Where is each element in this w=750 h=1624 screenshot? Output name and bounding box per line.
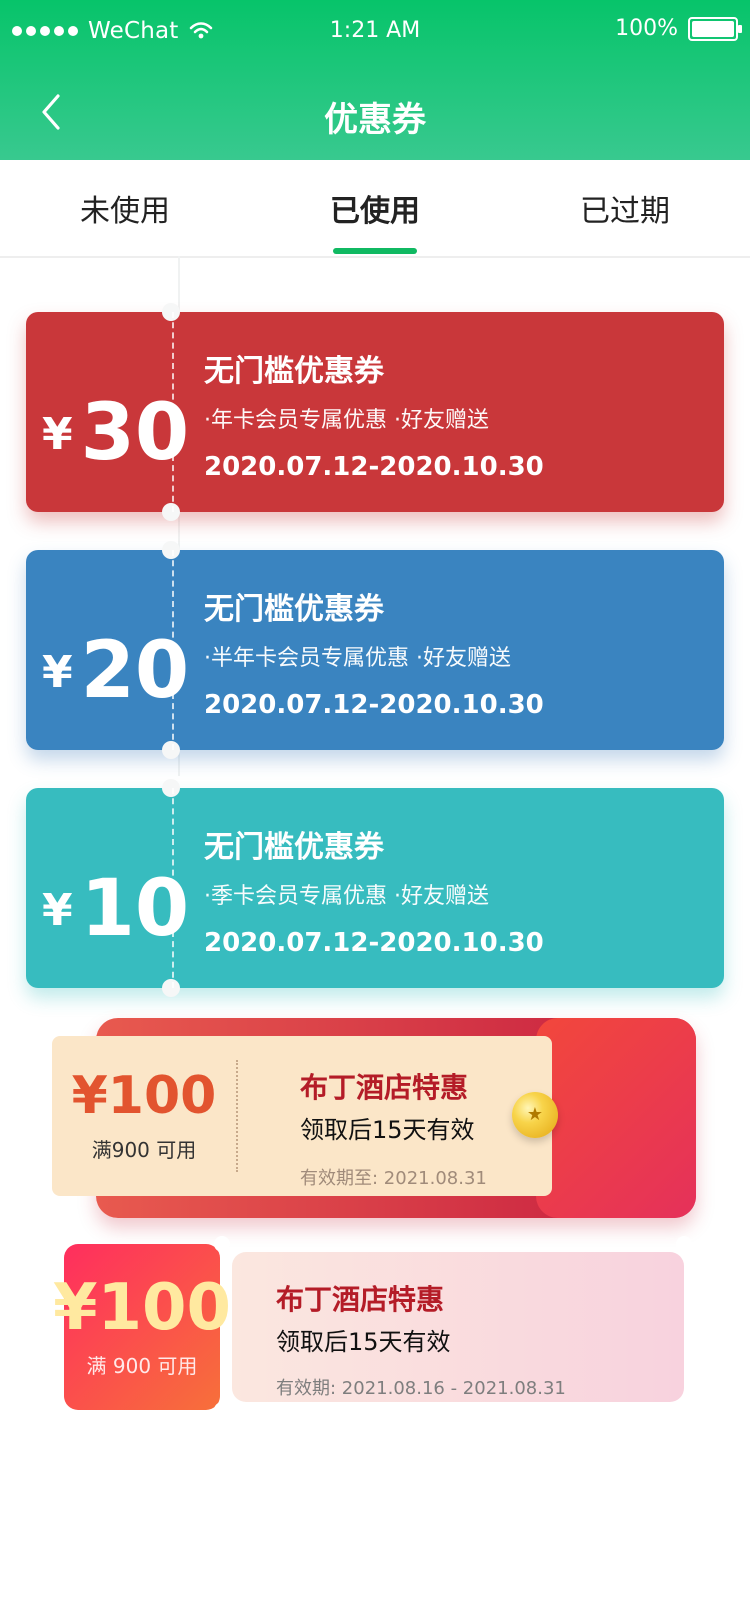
coupon-date-range: 2020.07.12-2020.10.30 <box>204 452 544 482</box>
tab-expired[interactable]: 已过期 <box>500 160 750 256</box>
coupon-notch <box>162 503 180 521</box>
currency-symbol: ¥ <box>42 409 73 460</box>
hotel-coupon-condition: 满900 可用 <box>91 1137 197 1162</box>
coupon-description: ·季卡会员专属优惠 ·好友赠送 <box>204 884 489 909</box>
coupon-amount: ¥ 20 <box>42 590 202 710</box>
tab-unused[interactable]: 未使用 <box>0 160 250 256</box>
hotel-coupon-ticket[interactable]: ¥100 满 900 可用 布丁酒店特惠 领取后15天有效 有效期: 2021.… <box>53 1236 692 1418</box>
coupon-value: 30 <box>80 388 190 478</box>
hotel-coupon-expiry: 有效期至: 2021.08.31 <box>300 1168 487 1189</box>
hotel-coupon-red-panel <box>536 1018 696 1218</box>
status-right: 100% <box>615 16 742 41</box>
hotel-coupon-amount-area: ¥100 满900 可用 <box>52 1036 236 1196</box>
coupon-date-range: 2020.07.12-2020.10.30 <box>204 928 544 958</box>
coupon-card[interactable]: ¥ 10 无门槛优惠券 ·季卡会员专属优惠 ·好友赠送 2020.07.12-2… <box>26 779 724 997</box>
ticket-hole <box>676 1402 692 1418</box>
ticket-hole <box>214 1402 230 1418</box>
coupon-value: 10 <box>80 864 190 954</box>
coupon-notch <box>162 303 180 321</box>
battery-percent: 100% <box>615 16 678 41</box>
star-icon: ★ <box>526 1103 544 1125</box>
ticket-hole <box>676 1236 692 1252</box>
coupon-title: 无门槛优惠券 <box>204 592 384 627</box>
tab-label: 未使用 <box>80 194 170 229</box>
status-bar: WeChat 1:21 AM 100% <box>0 0 750 66</box>
coupon-title: 无门槛优惠券 <box>204 354 384 389</box>
battery-cap <box>738 24 742 33</box>
coupon-amount: ¥ 30 <box>42 352 202 472</box>
coupon-date-range: 2020.07.12-2020.10.30 <box>204 690 544 720</box>
coupon-notch <box>162 779 180 797</box>
coupon-notch <box>162 541 180 559</box>
coupon-value: 20 <box>80 626 190 716</box>
tab-bar: 未使用 已使用 已过期 <box>0 160 750 256</box>
hotel-ticket-validity: 有效期: 2021.08.16 - 2021.08.31 <box>276 1378 566 1399</box>
battery-fill <box>692 20 734 37</box>
hotel-coupon-subtitle: 领取后15天有效 <box>300 1116 475 1144</box>
coupon-notch <box>162 979 180 997</box>
hotel-ticket-title: 布丁酒店特惠 <box>276 1283 445 1316</box>
header: WeChat 1:21 AM 100% 优惠券 <box>0 0 750 160</box>
tab-label: 已过期 <box>580 194 670 229</box>
currency-symbol: ¥ <box>42 885 73 936</box>
hotel-ticket-amount-area: ¥100 满 900 可用 <box>53 1244 231 1410</box>
hotel-ticket-condition: 满 900 可用 <box>86 1353 198 1378</box>
hotel-coupon-title: 布丁酒店特惠 <box>300 1071 469 1104</box>
hotel-coupon-paper[interactable]: ¥100 满900 可用 布丁酒店特惠 领取后15天有效 有效期至: 2021.… <box>52 1036 552 1196</box>
page-title: 优惠券 <box>324 100 426 140</box>
nav-bar: 优惠券 <box>0 66 750 160</box>
hotel-coupon-divider <box>236 1060 238 1172</box>
hotel-coupon-amount: ¥100 <box>71 1065 217 1126</box>
coupon-notch <box>162 741 180 759</box>
hotel-ticket-info-area: 布丁酒店特惠 领取后15天有效 有效期: 2021.08.16 - 2021.0… <box>232 1252 684 1402</box>
tab-used[interactable]: 已使用 <box>250 160 500 256</box>
coupon-description: ·年卡会员专属优惠 ·好友赠送 <box>204 408 489 433</box>
coupon-screen: WeChat 1:21 AM 100% 优惠券 未使用 已使用 已过期 ¥ 30… <box>0 0 750 1624</box>
hotel-ticket-subtitle: 领取后15天有效 <box>276 1328 451 1356</box>
tab-label: 已使用 <box>330 194 420 229</box>
coupon-card[interactable]: ¥ 30 无门槛优惠券 ·年卡会员专属优惠 ·好友赠送 2020.07.12-2… <box>26 303 724 521</box>
coupon-description: ·半年卡会员专属优惠 ·好友赠送 <box>204 646 511 671</box>
currency-symbol: ¥ <box>42 647 73 698</box>
battery-icon <box>688 16 742 41</box>
hotel-ticket-amount: ¥100 <box>52 1270 232 1345</box>
coupon-card[interactable]: ¥ 20 无门槛优惠券 ·半年卡会员专属优惠 ·好友赠送 2020.07.12-… <box>26 541 724 759</box>
coupon-title: 无门槛优惠券 <box>204 830 384 865</box>
active-tab-indicator <box>333 248 417 254</box>
ticket-hole <box>214 1236 230 1252</box>
coupon-amount: ¥ 10 <box>42 828 202 948</box>
gold-coin-icon: ★ <box>512 1092 558 1138</box>
